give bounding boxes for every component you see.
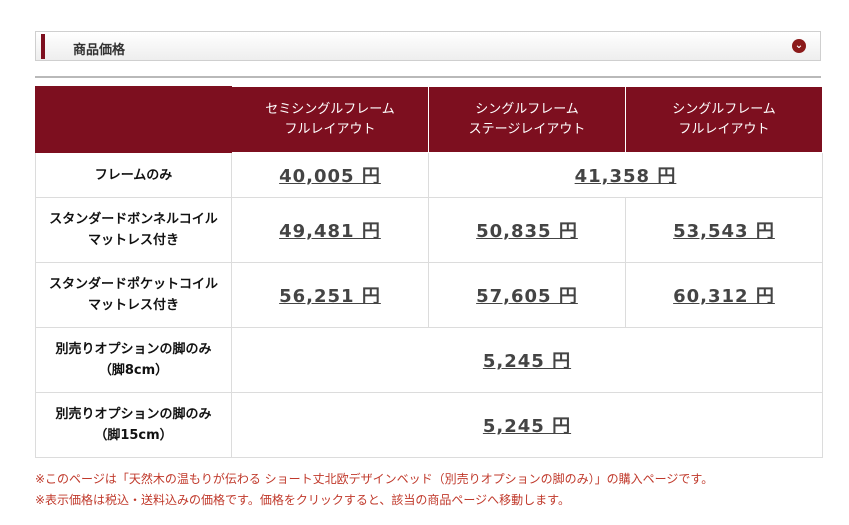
- row-label-bonnell-coil: スタンダードボンネルコイル マットレス付き: [35, 197, 232, 263]
- price-link[interactable]: 41,358 円: [575, 166, 677, 187]
- notes: ※このページは「天然木の温もりが伝わる ショート丈北欧デザインベッド（別売りオプ…: [35, 469, 713, 511]
- table-row: スタンダードボンネルコイル マットレス付き 49,481 円 50,835 円 …: [35, 197, 823, 263]
- price-cell: 5,245 円: [231, 392, 823, 458]
- price-link[interactable]: 5,245 円: [483, 416, 571, 437]
- price-link[interactable]: 56,251 円: [279, 286, 381, 307]
- column-header-single-stage: シングルフレーム ステージレイアウト: [428, 86, 626, 153]
- price-link[interactable]: 40,005 円: [279, 166, 381, 187]
- note-line: ※このページは「天然木の温もりが伝わる ショート丈北欧デザインベッド（別売りオプ…: [35, 472, 714, 486]
- price-cell: 40,005 円: [231, 152, 429, 198]
- divider: [35, 76, 821, 78]
- column-header-single-full: シングルフレーム フルレイアウト: [625, 86, 823, 153]
- price-cell: 53,543 円: [625, 197, 823, 263]
- section-title: 商品価格: [73, 43, 126, 58]
- table-row: フレームのみ 40,005 円 41,358 円: [35, 152, 823, 198]
- header-accent-bar: [41, 34, 45, 59]
- price-link[interactable]: 60,312 円: [673, 286, 775, 307]
- row-label-pocket-coil: スタンダードポケットコイル マットレス付き: [35, 262, 232, 328]
- price-cell: 5,245 円: [231, 327, 823, 393]
- row-label-frame-only: フレームのみ: [35, 152, 232, 198]
- table-row: スタンダードポケットコイル マットレス付き 56,251 円 57,605 円 …: [35, 262, 823, 328]
- price-link[interactable]: 57,605 円: [476, 286, 578, 307]
- header-corner-cell: [35, 86, 232, 153]
- price-cell: 57,605 円: [428, 262, 626, 328]
- table-row: 別売りオプションの脚のみ （脚15cm） 5,245 円: [35, 392, 823, 458]
- price-cell: 50,835 円: [428, 197, 626, 263]
- price-table: セミシングルフレーム フルレイアウト シングルフレーム ステージレイアウト シン…: [35, 86, 823, 458]
- price-cell: 60,312 円: [625, 262, 823, 328]
- price-cell: 41,358 円: [428, 152, 823, 198]
- price-link[interactable]: 5,245 円: [483, 351, 571, 372]
- price-cell: 49,481 円: [231, 197, 429, 263]
- section-header: 商品価格 ⌄: [35, 31, 821, 61]
- price-link[interactable]: 49,481 円: [279, 221, 381, 242]
- table-row: 別売りオプションの脚のみ （脚8cm） 5,245 円: [35, 327, 823, 393]
- chevron-down-circle-icon[interactable]: ⌄: [792, 39, 806, 53]
- table-header-row: セミシングルフレーム フルレイアウト シングルフレーム ステージレイアウト シン…: [35, 86, 823, 153]
- price-link[interactable]: 50,835 円: [476, 221, 578, 242]
- price-cell: 56,251 円: [231, 262, 429, 328]
- column-header-semi-single-full: セミシングルフレーム フルレイアウト: [231, 86, 429, 153]
- note-line: ※表示価格は税込・送料込みの価格です。価格をクリックすると、該当の商品ページへ移…: [35, 493, 570, 507]
- row-label-legs-15cm: 別売りオプションの脚のみ （脚15cm）: [35, 392, 232, 458]
- row-label-legs-8cm: 別売りオプションの脚のみ （脚8cm）: [35, 327, 232, 393]
- price-link[interactable]: 53,543 円: [673, 221, 775, 242]
